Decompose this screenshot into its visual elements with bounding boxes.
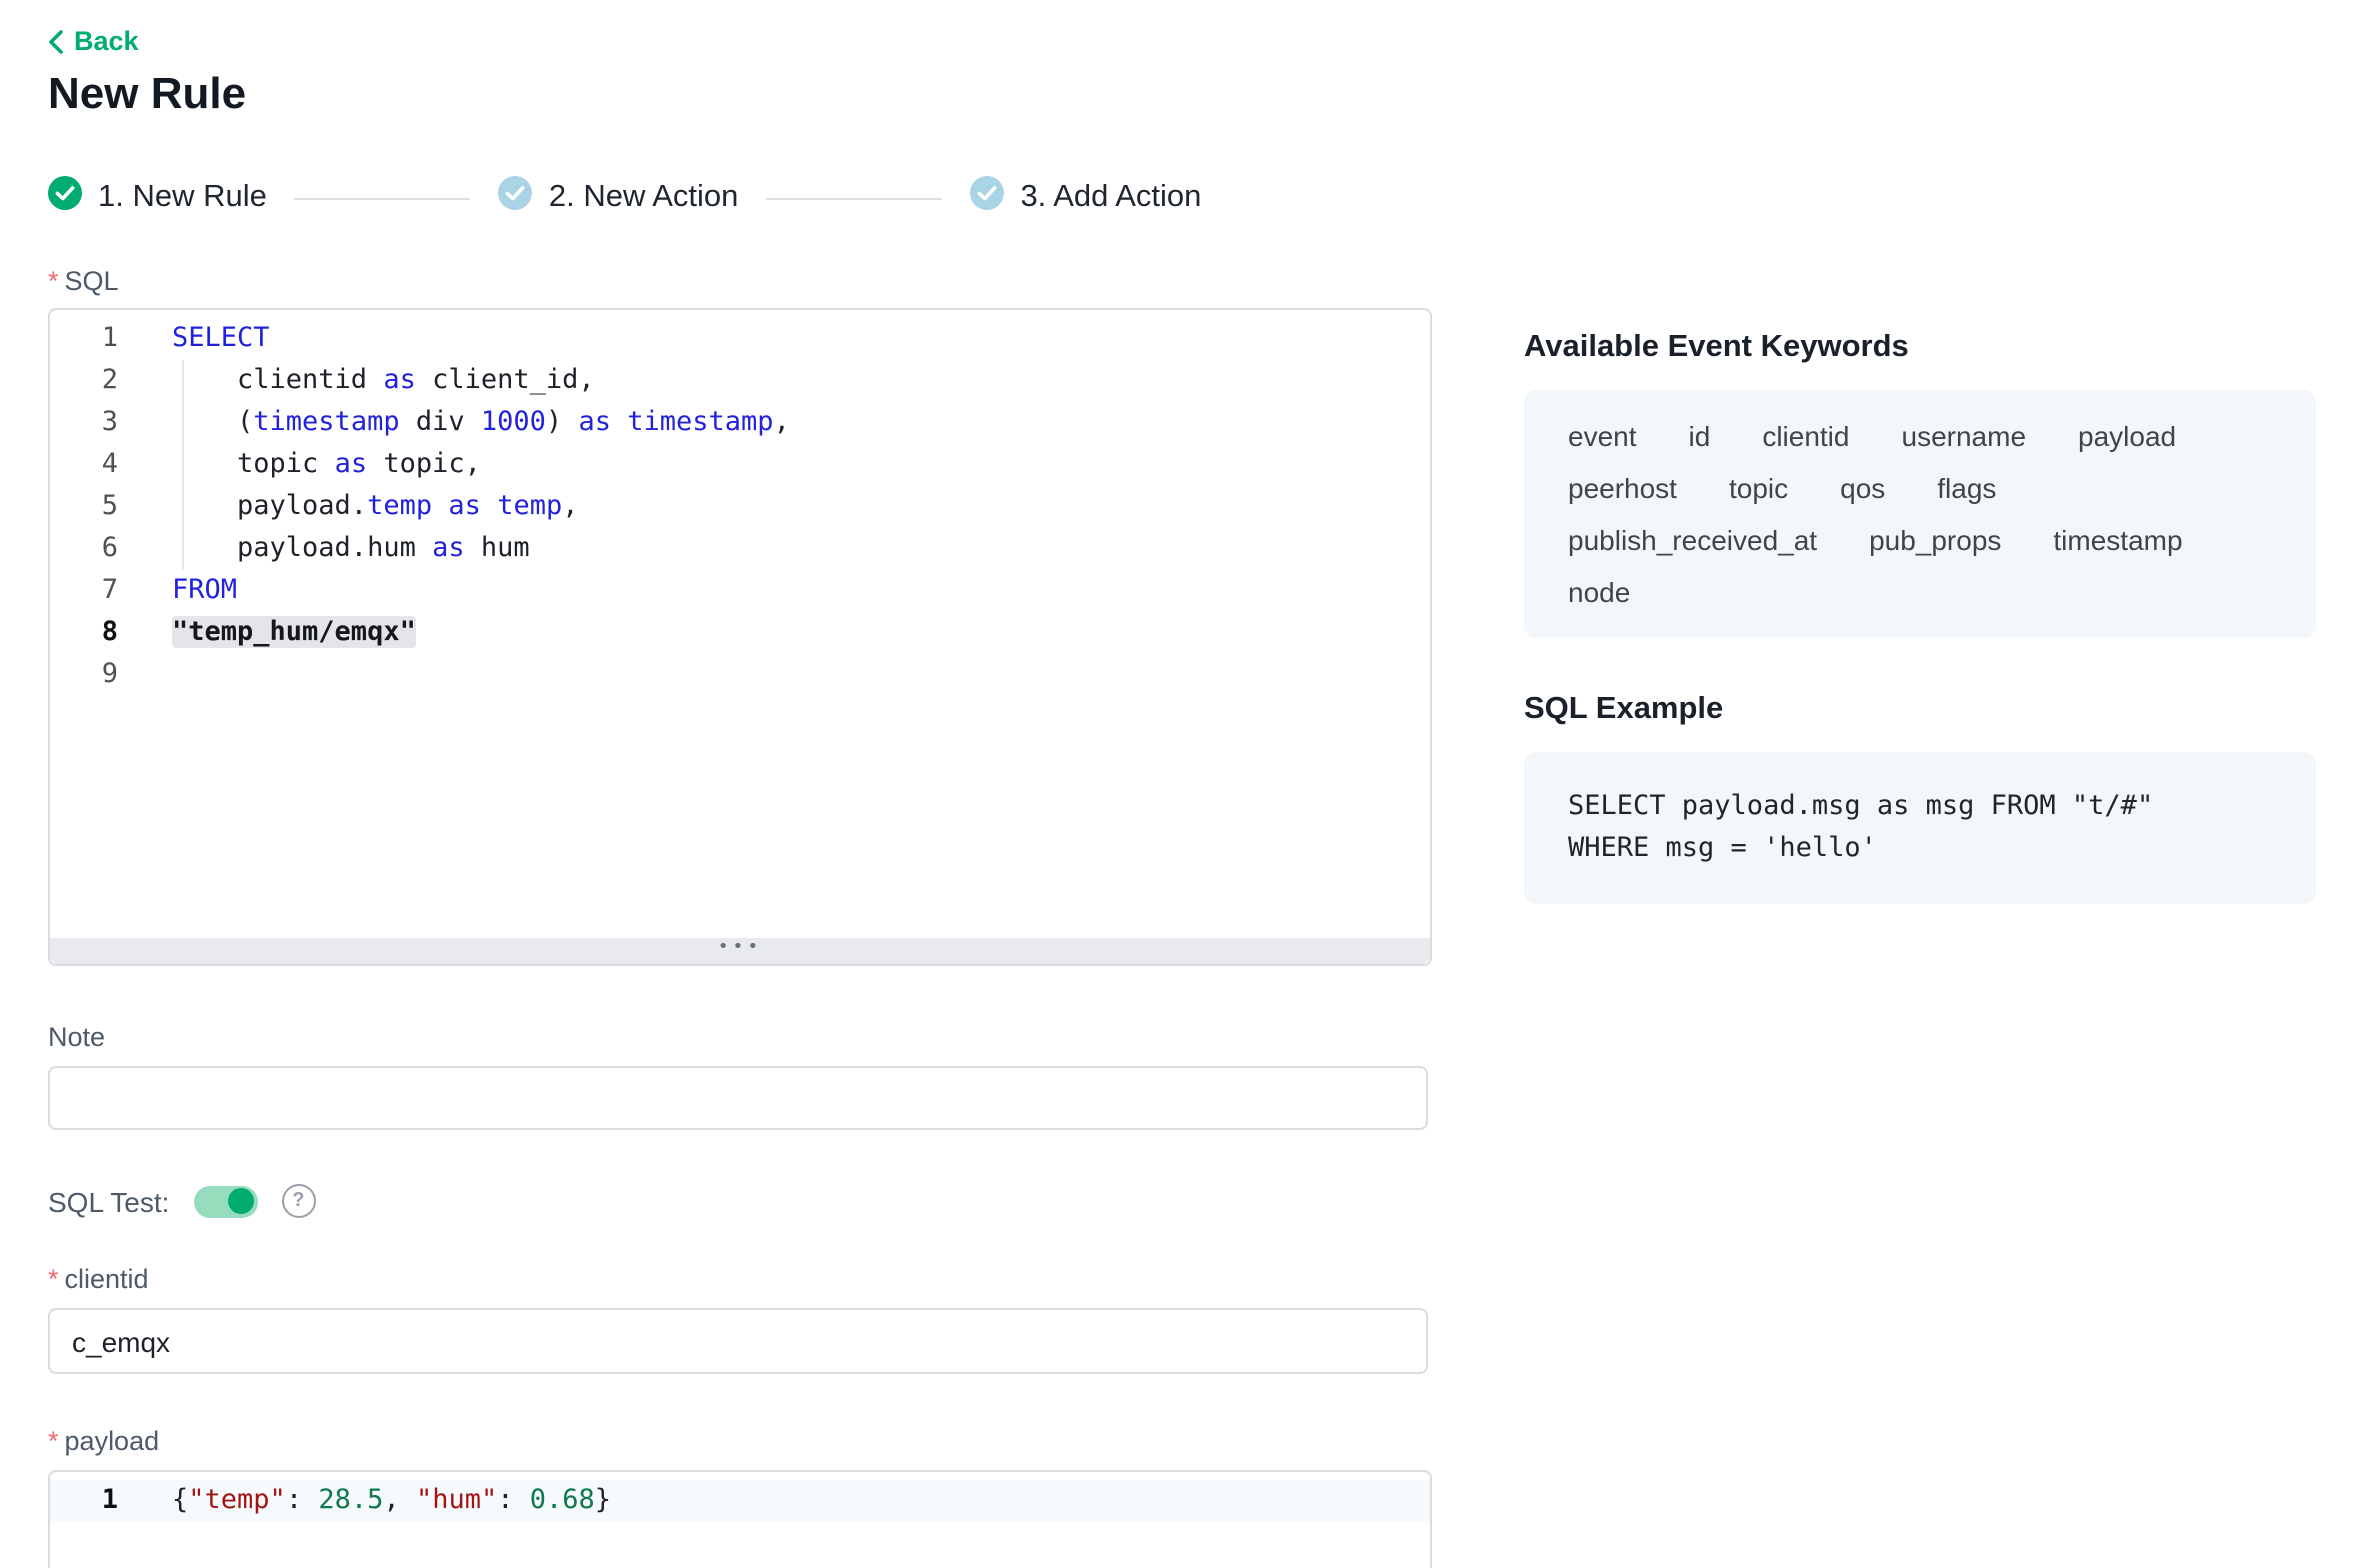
payload-code-editor[interactable]: 1{"temp": 28.5, "hum": 0.68} xyxy=(48,1470,1432,1568)
sql-test-toggle[interactable] xyxy=(193,1185,257,1217)
clientid-input[interactable] xyxy=(48,1308,1428,1374)
keywords-panel-title: Available Event Keywords xyxy=(1524,330,1909,366)
sql-test-row: SQL Test: ? xyxy=(48,1184,315,1218)
clientid-field-label: *clientid xyxy=(48,1264,149,1294)
note-field-label: Note xyxy=(48,1022,105,1052)
line-number: 2 xyxy=(50,360,136,402)
line-number: 8 xyxy=(50,612,136,654)
step-label: 3. Add Action xyxy=(1020,180,1201,216)
sql-code-area[interactable]: 1SELECT2 clientid as client_id,3 (timest… xyxy=(50,310,1430,944)
code-line[interactable]: 4 topic as topic, xyxy=(50,444,1430,486)
keyword-item: publish_received_at xyxy=(1568,524,1817,556)
payload-field-label: *payload xyxy=(48,1426,159,1456)
required-asterisk: * xyxy=(48,266,59,296)
line-number: 1 xyxy=(50,318,136,360)
code-line[interactable]: 6 payload.hum as hum xyxy=(50,528,1430,570)
chevron-left-icon xyxy=(48,29,64,53)
keyword-item: event xyxy=(1568,420,1637,452)
required-asterisk: * xyxy=(48,1426,59,1456)
step-label: 2. New Action xyxy=(549,180,739,216)
code-line[interactable]: 5 payload.temp as temp, xyxy=(50,486,1430,528)
keyword-row: peerhost topic qos flags xyxy=(1568,472,2272,504)
line-number: 6 xyxy=(50,528,136,570)
sql-example-code: SELECT payload.msg as msg FROM "t/#" WHE… xyxy=(1568,786,2272,870)
editor-resize-handle[interactable]: ••• xyxy=(50,938,1430,964)
line-number: 9 xyxy=(50,654,136,696)
check-circle-icon-inactive xyxy=(499,176,533,220)
sql-example-box: SELECT payload.msg as msg FROM "t/#" WHE… xyxy=(1524,752,2316,904)
toggle-knob xyxy=(227,1188,253,1214)
keyword-item: username xyxy=(1902,420,2027,452)
line-number: 5 xyxy=(50,486,136,528)
keyword-item: clientid xyxy=(1762,420,1849,452)
line-number: 1 xyxy=(50,1480,136,1522)
line-number: 3 xyxy=(50,402,136,444)
keyword-item: peerhost xyxy=(1568,472,1677,504)
new-rule-page: Back New Rule 1. New Rule 2. New Action … xyxy=(0,0,2356,1568)
sql-code-editor[interactable]: 1SELECT2 clientid as client_id,3 (timest… xyxy=(48,308,1432,966)
help-icon[interactable]: ? xyxy=(281,1184,315,1218)
indent-guide xyxy=(182,360,184,570)
code-line[interactable]: 1{"temp": 28.5, "hum": 0.68} xyxy=(50,1480,1430,1522)
step-connector xyxy=(295,197,471,199)
sql-example-title: SQL Example xyxy=(1524,692,1723,728)
step-new-action[interactable]: 2. New Action xyxy=(499,176,739,220)
keyword-row: publish_received_at pub_props timestamp xyxy=(1568,524,2272,556)
keyword-row: node xyxy=(1568,576,2272,608)
code-line[interactable]: 1SELECT xyxy=(50,318,1430,360)
code-line[interactable]: 2 clientid as client_id, xyxy=(50,360,1430,402)
check-circle-icon-active xyxy=(48,176,82,220)
step-new-rule[interactable]: 1. New Rule xyxy=(48,176,267,220)
line-number: 7 xyxy=(50,570,136,612)
code-line[interactable]: 3 (timestamp div 1000) as timestamp, xyxy=(50,402,1430,444)
steps-bar: 1. New Rule 2. New Action 3. Add Action xyxy=(48,176,1201,220)
keyword-item: node xyxy=(1568,576,1630,608)
back-label: Back xyxy=(74,26,139,56)
keyword-item: flags xyxy=(1937,472,1996,504)
page-title: New Rule xyxy=(48,68,246,120)
keyword-item: pub_props xyxy=(1869,524,2001,556)
keyword-item: id xyxy=(1689,420,1711,452)
required-asterisk: * xyxy=(48,1264,59,1294)
keyword-item: topic xyxy=(1729,472,1788,504)
keyword-row: event id clientid username payload xyxy=(1568,420,2272,452)
keywords-box: event id clientid username payload peerhost to… xyxy=(1524,390,2316,638)
sql-test-label: SQL Test: xyxy=(48,1185,169,1217)
code-line[interactable]: 8"temp_hum/emqx" xyxy=(50,612,1430,654)
code-line[interactable]: 7FROM xyxy=(50,570,1430,612)
step-add-action[interactable]: 3. Add Action xyxy=(970,176,1201,220)
payload-code-area[interactable]: 1{"temp": 28.5, "hum": 0.68} xyxy=(50,1472,1430,1522)
line-number: 4 xyxy=(50,444,136,486)
back-link[interactable]: Back xyxy=(48,26,139,56)
keyword-item: timestamp xyxy=(2053,524,2182,556)
keyword-item: payload xyxy=(2078,420,2176,452)
step-connector xyxy=(766,197,942,199)
note-input[interactable] xyxy=(48,1066,1428,1130)
sql-field-label: *SQL xyxy=(48,266,119,296)
check-circle-icon-inactive xyxy=(970,176,1004,220)
step-label: 1. New Rule xyxy=(98,180,267,216)
code-line[interactable]: 9 xyxy=(50,654,1430,696)
keyword-item: qos xyxy=(1840,472,1885,504)
